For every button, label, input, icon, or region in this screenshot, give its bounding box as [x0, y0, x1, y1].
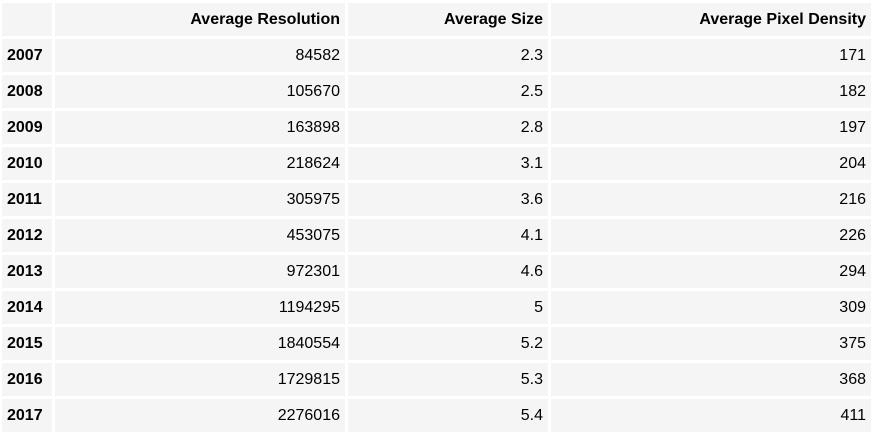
table-row: 2011 305975 3.6 216 — [2, 183, 871, 216]
row-year: 2011 — [2, 183, 52, 216]
row-year: 2010 — [2, 147, 52, 180]
table-row: 2008 105670 2.5 182 — [2, 75, 871, 108]
header-row: Average Resolution Average Size Average … — [2, 3, 871, 36]
table-row: 2015 1840554 5.2 375 — [2, 327, 871, 360]
row-year: 2014 — [2, 291, 52, 324]
row-year: 2017 — [2, 399, 52, 432]
cell-average-resolution: 305975 — [55, 183, 345, 216]
cell-average-size: 5.3 — [348, 363, 548, 396]
row-year: 2008 — [2, 75, 52, 108]
header-average-resolution: Average Resolution — [55, 3, 345, 36]
table-row: 2012 453075 4.1 226 — [2, 219, 871, 252]
cell-average-pixel-density: 204 — [551, 147, 871, 180]
cell-average-pixel-density: 182 — [551, 75, 871, 108]
table-header: Average Resolution Average Size Average … — [2, 3, 871, 36]
row-year: 2007 — [2, 39, 52, 72]
cell-average-resolution: 972301 — [55, 255, 345, 288]
table-body: 2007 84582 2.3 171 2008 105670 2.5 182 2… — [2, 39, 871, 432]
cell-average-size: 4.6 — [348, 255, 548, 288]
cell-average-resolution: 453075 — [55, 219, 345, 252]
cell-average-size: 5 — [348, 291, 548, 324]
header-average-size: Average Size — [348, 3, 548, 36]
cell-average-resolution: 105670 — [55, 75, 345, 108]
row-year: 2009 — [2, 111, 52, 144]
cell-average-pixel-density: 197 — [551, 111, 871, 144]
table-row: 2014 1194295 5 309 — [2, 291, 871, 324]
cell-average-size: 2.5 — [348, 75, 548, 108]
cell-average-resolution: 2276016 — [55, 399, 345, 432]
cell-average-pixel-density: 411 — [551, 399, 871, 432]
cell-average-size: 4.1 — [348, 219, 548, 252]
row-year: 2013 — [2, 255, 52, 288]
cell-average-size: 5.2 — [348, 327, 548, 360]
table-row: 2009 163898 2.8 197 — [2, 111, 871, 144]
cell-average-pixel-density: 171 — [551, 39, 871, 72]
cell-average-resolution: 218624 — [55, 147, 345, 180]
row-year: 2015 — [2, 327, 52, 360]
header-average-pixel-density: Average Pixel Density — [551, 3, 871, 36]
cell-average-size: 3.6 — [348, 183, 548, 216]
cell-average-size: 3.1 — [348, 147, 548, 180]
table-row: 2007 84582 2.3 171 — [2, 39, 871, 72]
cell-average-resolution: 1194295 — [55, 291, 345, 324]
cell-average-resolution: 1840554 — [55, 327, 345, 360]
cell-average-size: 2.3 — [348, 39, 548, 72]
row-year: 2016 — [2, 363, 52, 396]
header-corner-cell — [2, 3, 52, 36]
cell-average-pixel-density: 368 — [551, 363, 871, 396]
cell-average-resolution: 1729815 — [55, 363, 345, 396]
row-year: 2012 — [2, 219, 52, 252]
table-row: 2013 972301 4.6 294 — [2, 255, 871, 288]
cell-average-pixel-density: 216 — [551, 183, 871, 216]
table-row: 2017 2276016 5.4 411 — [2, 399, 871, 432]
cell-average-pixel-density: 309 — [551, 291, 871, 324]
cell-average-pixel-density: 375 — [551, 327, 871, 360]
cell-average-resolution: 84582 — [55, 39, 345, 72]
cell-average-size: 5.4 — [348, 399, 548, 432]
table-row: 2010 218624 3.1 204 — [2, 147, 871, 180]
cell-average-pixel-density: 294 — [551, 255, 871, 288]
data-table: Average Resolution Average Size Average … — [0, 0, 874, 435]
cell-average-size: 2.8 — [348, 111, 548, 144]
cell-average-resolution: 163898 — [55, 111, 345, 144]
table-row: 2016 1729815 5.3 368 — [2, 363, 871, 396]
cell-average-pixel-density: 226 — [551, 219, 871, 252]
